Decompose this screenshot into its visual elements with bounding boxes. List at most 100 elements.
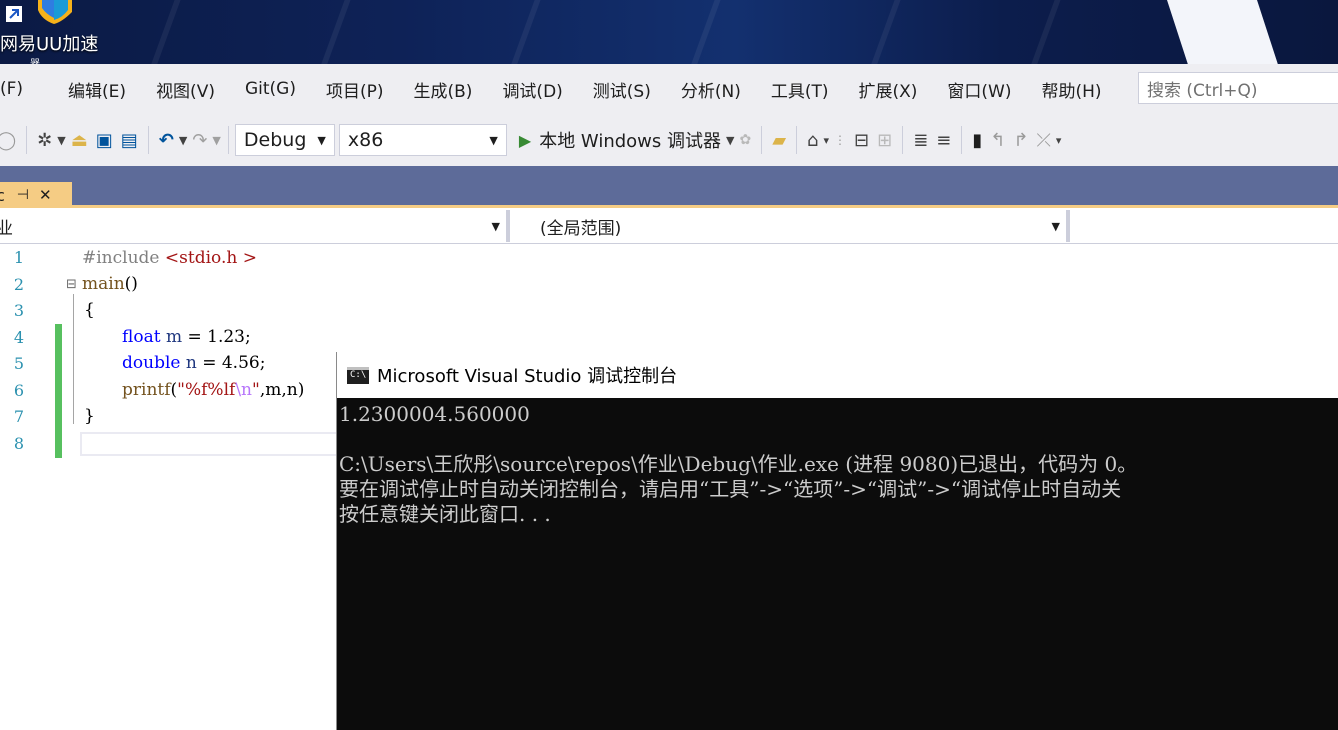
find-in-files-icon[interactable]: ▰ [768,124,790,156]
configuration-select[interactable]: Debug ▼ [234,124,335,156]
variable: n [180,353,197,373]
preprocessor-directive: #include [82,248,165,268]
console-app-icon: C:\ [347,366,369,384]
code-line-2: main() [82,274,138,294]
function-name: printf [122,380,171,400]
start-debugging-button[interactable]: ▶ 本地 Windows 调试器 [515,127,725,153]
uu-accelerator-icon[interactable] [2,0,72,28]
menu-view[interactable]: 视图(V) [141,77,230,102]
standard-toolbar: ◯ ✲ ▼ ⏏ ▣ ▤ ↶ ▼ ↷ ▼ Debug ▼ x86 ▼ ▶ 本地 W… [0,114,1338,166]
code-token: = 1.23; [182,327,251,347]
wallpaper-highlight [1154,0,1296,64]
next-bookmark-icon[interactable]: ↱ [1009,124,1032,156]
console-line: 1.2300004.560000 [339,402,530,426]
comment-icon[interactable]: ≣ [909,124,932,156]
console-line: C:\Users\王欣彤\source\repos\作业\Debug\作业.ex… [339,452,1138,476]
redo-dropdown-icon[interactable]: ▼ [211,124,221,156]
change-indicator [55,324,62,378]
include-header: <stdio.h > [164,248,257,268]
string-literal: "%f%lf [177,380,236,400]
document-tab-title: c [0,185,5,205]
code-token: ,m,n) [259,380,305,400]
collapse-icon[interactable]: ⊟ [66,277,77,292]
redo-icon[interactable]: ↷ [188,124,211,156]
toolbar-separator [902,126,904,154]
toolbar-separator [961,126,963,154]
debug-console-window[interactable]: C:\ Microsoft Visual Studio 调试控制台 1.2300… [336,352,1338,730]
console-title-bar[interactable]: C:\ Microsoft Visual Studio 调试控制台 [337,352,1338,398]
undo-dropdown-icon[interactable]: ▼ [178,124,188,156]
new-item-dropdown-icon[interactable]: ▼ [56,124,66,156]
code-token: () [124,274,138,294]
platform-value: x86 [347,129,384,151]
home-icon[interactable]: ⌂ [803,124,822,156]
scope-value: (全局范围) [540,218,622,239]
document-tab-well: c ⊣ ✕ [0,166,1338,208]
menu-extensions[interactable]: 扩展(X) [844,77,933,102]
line-number: 6 [13,381,24,400]
overflow-icon[interactable]: ▾ [822,124,830,156]
previous-bookmark-icon[interactable]: ↰ [986,124,1009,156]
chevron-down-icon: ▼ [491,219,500,233]
menu-window[interactable]: 窗口(W) [932,77,1026,102]
save-icon[interactable]: ▣ [92,124,117,156]
pin-icon[interactable]: ⊣ [17,187,29,203]
function-name: main [82,274,125,294]
wallpaper-streak [138,0,188,64]
change-indicator [55,378,62,458]
project-select[interactable]: 业 ▼ [0,211,506,241]
start-debugging-label: 本地 Windows 调试器 [539,131,721,152]
clear-bookmarks-icon[interactable]: ⤫ [1032,124,1054,156]
outline-guide [73,294,74,424]
menu-test[interactable]: 测试(S) [578,77,666,102]
step-into-icon[interactable]: ⊟ [850,124,873,156]
platform-select[interactable]: x86 ▼ [338,124,507,156]
undo-icon[interactable]: ↶ [155,124,178,156]
hot-reload-icon[interactable]: ✿ [735,124,755,156]
line-number: 1 [13,248,24,267]
code-line-4: float m = 1.23; [122,327,251,347]
chevron-down-icon: ▼ [489,133,498,147]
console-output[interactable]: 1.2300004.560000 C:\Users\王欣彤\source\repo… [339,402,1338,527]
menu-project[interactable]: 项目(P) [311,77,399,102]
menu-git[interactable]: Git(G) [230,79,311,99]
search-input[interactable]: 搜索 (Ctrl+Q) [1138,72,1338,104]
escape-sequence: \n [235,380,253,400]
code-line-3: { [84,300,95,320]
navigate-forward-icon[interactable]: ◯ [0,124,20,156]
scope-select[interactable]: (全局范围) ▼ [512,211,1066,241]
menu-tools[interactable]: 工具(T) [756,77,844,102]
bookmark-icon[interactable]: ▮ [968,124,986,156]
string-literal: " [252,380,260,400]
line-number: 3 [13,301,24,320]
code-line-7: } [84,406,95,426]
line-number: 5 [13,354,24,373]
line-number: 2 [13,275,24,294]
line-number: 4 [13,328,24,347]
desktop-shortcut-label[interactable]: 网易UU加速 [0,30,98,56]
new-item-icon[interactable]: ✲ [33,124,56,156]
wallpaper-streak [498,0,548,64]
toolbar-separator [761,126,763,154]
save-all-icon[interactable]: ▤ [117,124,142,156]
step-over-icon[interactable]: ⊞ [873,124,896,156]
toolbar-separator [796,126,798,154]
toolbar-overflow-icon[interactable]: ▾ [1055,124,1063,156]
chevron-down-icon: ▼ [317,133,326,147]
menu-help[interactable]: 帮助(H) [1027,77,1117,102]
grip-icon: ⋮ [834,133,847,147]
chevron-down-icon: ▼ [1051,219,1060,233]
menu-debug[interactable]: 调试(D) [487,77,577,102]
wallpaper-streak [308,0,358,64]
uncomment-icon[interactable]: ≡ [932,124,955,156]
variable: m [160,327,183,347]
menu-analyze[interactable]: 分析(N) [666,77,756,102]
debug-target-dropdown-icon[interactable]: ▼ [725,124,735,156]
line-number: 7 [13,407,24,426]
menu-file[interactable]: (F) [0,79,38,99]
close-icon[interactable]: ✕ [39,186,52,204]
menu-edit[interactable]: 编辑(E) [38,77,141,102]
open-file-icon[interactable]: ⏏ [67,124,92,156]
menu-build[interactable]: 生成(B) [399,77,488,102]
